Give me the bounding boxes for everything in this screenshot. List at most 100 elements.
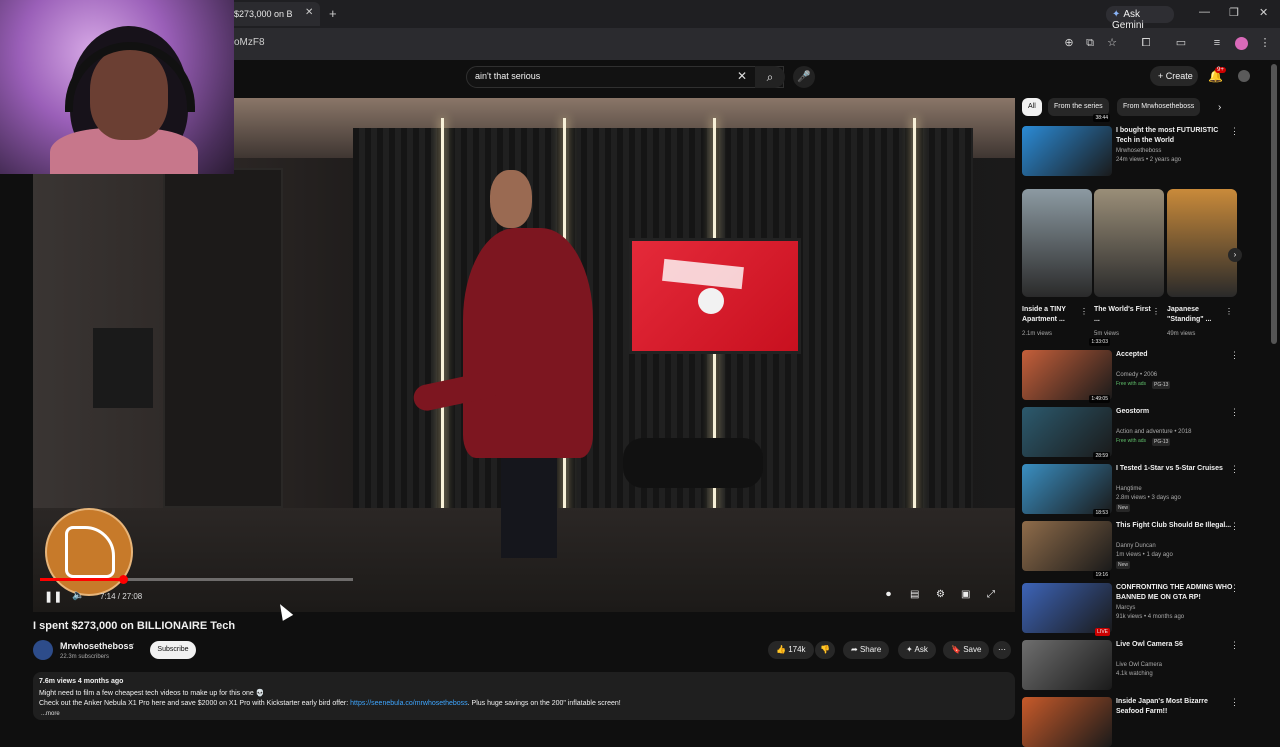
recommendation-channel: Comedy • 2006 xyxy=(1116,372,1158,378)
recommendation-title[interactable]: Inside Japan's Most Bizarre Seafood Farm… xyxy=(1116,697,1236,717)
new-badge: New xyxy=(1116,504,1131,512)
recommendation-title[interactable]: Geostorm xyxy=(1116,407,1236,417)
recommendation-title[interactable]: This Fight Club Should Be Illegal... xyxy=(1116,521,1236,531)
url-text[interactable]: oMzF8 xyxy=(234,37,265,48)
video-thumbnail[interactable] xyxy=(1022,126,1112,176)
volume-icon[interactable]: 🔈 xyxy=(72,590,84,601)
description-link[interactable]: https://seenebula.co/mrwhosetheboss xyxy=(350,700,468,707)
thumbs-up-icon: 👍 xyxy=(776,645,789,654)
bookmark-icon: 🔖 xyxy=(951,645,964,654)
ask-button[interactable]: ✦ Ask xyxy=(898,641,936,659)
more-options-icon[interactable]: ⋮ xyxy=(1230,407,1239,418)
video-frame-presenter-head xyxy=(490,170,532,228)
short-thumbnail[interactable] xyxy=(1167,189,1237,297)
chevron-right-icon[interactable]: › xyxy=(1218,102,1221,113)
short-title[interactable]: Japanese "Standing" ... xyxy=(1167,305,1229,325)
more-options-icon[interactable]: ⋮ xyxy=(1230,583,1239,594)
shorts-next-icon[interactable]: › xyxy=(1228,248,1242,262)
subscribe-button[interactable]: Subscribe xyxy=(150,641,196,659)
duration-badge: 28:59 xyxy=(1093,452,1110,460)
new-tab-button[interactable]: + xyxy=(329,6,337,21)
maximize-button[interactable]: ❐ xyxy=(1229,6,1239,19)
close-window-button[interactable]: ✕ xyxy=(1259,6,1268,19)
recommendation-title[interactable]: Accepted xyxy=(1116,350,1236,360)
shoe-icon xyxy=(65,526,115,578)
rating-badge: PG-13 xyxy=(1152,381,1171,389)
dislike-button[interactable]: 👎 xyxy=(815,641,835,659)
channel-avatar[interactable] xyxy=(33,640,53,660)
save-button[interactable]: 🔖 Save xyxy=(943,641,990,659)
video-frame-speaker xyxy=(93,328,153,408)
recommendation-title[interactable]: I Tested 1-Star vs 5-Star Cruises xyxy=(1116,464,1236,474)
create-button[interactable]: + Create xyxy=(1150,66,1198,86)
short-thumbnail[interactable] xyxy=(1022,189,1092,297)
extensions-icon[interactable]: ⧠ xyxy=(1139,36,1153,50)
more-options-icon[interactable]: ⋮ xyxy=(1230,521,1239,532)
video-thumbnail[interactable] xyxy=(1022,697,1112,747)
tab-close-icon[interactable]: ✕ xyxy=(305,7,313,18)
browser-menu-icon[interactable]: ⋮ xyxy=(1258,36,1272,50)
video-title: I spent $273,000 on BILLIONAIRE Tech xyxy=(33,620,236,632)
subtitles-icon[interactable]: ▤ xyxy=(910,589,919,600)
video-thumbnail[interactable] xyxy=(1022,464,1112,514)
install-icon[interactable]: ⧉ xyxy=(1083,36,1097,50)
autoplay-toggle-icon[interactable]: ⏺ xyxy=(886,589,891,600)
thumbs-down-icon: 👎 xyxy=(820,645,830,654)
profile-avatar[interactable] xyxy=(1235,37,1248,50)
recommendation-channel: Marcys xyxy=(1116,605,1136,611)
search-query[interactable]: ain't that serious xyxy=(475,71,540,81)
show-more-link[interactable]: ...more xyxy=(41,711,60,717)
recommendation-meta: 1m views • 1 day ago xyxy=(1116,552,1173,558)
channel-name[interactable]: Mrwhosetheboss xyxy=(60,641,134,651)
like-button[interactable]: 👍 174k xyxy=(768,641,814,659)
duration-badge: 38:44 xyxy=(1093,114,1110,122)
pause-icon[interactable]: ❚❚ xyxy=(44,590,62,603)
share-button[interactable]: ➦ Share xyxy=(843,641,890,659)
video-thumbnail[interactable] xyxy=(1022,640,1112,690)
more-options-icon[interactable]: ⋮ xyxy=(1152,307,1160,316)
split-view-icon[interactable]: ▭ xyxy=(1174,36,1188,50)
zoom-icon[interactable]: ⊕ xyxy=(1062,36,1076,50)
settings-gear-icon[interactable]: ⚙ xyxy=(936,589,945,600)
recommendation-meta: 24m views • 2 years ago xyxy=(1116,157,1182,163)
more-options-icon[interactable]: ⋮ xyxy=(1230,350,1239,361)
more-options-icon[interactable]: ⋮ xyxy=(1225,307,1233,316)
ask-gemini-button[interactable]: ✦ Ask Gemini xyxy=(1106,6,1174,31)
minimize-button[interactable]: — xyxy=(1199,6,1210,18)
short-title[interactable]: Inside a TINY Apartment ... xyxy=(1022,305,1084,325)
streamer-webcam-overlay xyxy=(0,0,234,174)
more-options-icon[interactable]: ⋮ xyxy=(1230,640,1239,651)
more-options-icon[interactable]: ⋮ xyxy=(1080,307,1088,316)
video-thumbnail[interactable] xyxy=(1022,583,1112,633)
short-thumbnail[interactable] xyxy=(1094,189,1164,297)
video-thumbnail[interactable] xyxy=(1022,350,1112,400)
subscriber-count: 22.3m subscribers xyxy=(60,654,110,660)
video-thumbnail[interactable] xyxy=(1022,521,1112,571)
video-player[interactable] xyxy=(33,98,1015,612)
more-options-icon[interactable]: ⋮ xyxy=(1230,126,1239,137)
recommendation-channel: Action and adventure • 2018 xyxy=(1116,429,1192,435)
description-line: Check out the Anker Nebula X1 Pro here a… xyxy=(39,700,621,707)
short-title[interactable]: The World's First ... xyxy=(1094,305,1156,325)
recommendation-title[interactable]: I bought the most FUTURISTIC Tech in the… xyxy=(1116,126,1236,146)
recommendation-title[interactable]: Live Owl Camera S6 xyxy=(1116,640,1236,650)
bookmark-star-icon[interactable]: ☆ xyxy=(1105,36,1119,50)
recommendation-title[interactable]: CONFRONTING THE ADMINS WHO BANNED ME ON … xyxy=(1116,583,1236,603)
miniplayer-icon[interactable]: ▣ xyxy=(961,589,970,600)
clear-search-icon[interactable]: ✕ xyxy=(737,69,747,83)
duration-badge: 1:33:03 xyxy=(1089,338,1110,346)
fullscreen-icon[interactable]: ⤢ xyxy=(987,589,995,600)
more-actions-button[interactable]: ⋯ xyxy=(993,641,1011,659)
progress-scrubber[interactable] xyxy=(119,575,128,584)
voice-search-button[interactable]: 🎤 xyxy=(793,66,815,88)
more-options-icon[interactable]: ⋮ xyxy=(1230,697,1239,708)
chip-all[interactable]: All xyxy=(1022,98,1042,116)
media-icon[interactable]: ≡ xyxy=(1210,36,1224,50)
chip-from-channel[interactable]: From Mrwhosetheboss xyxy=(1117,98,1201,116)
video-frame-dumbbells xyxy=(623,438,763,488)
page-scrollbar[interactable] xyxy=(1271,64,1277,344)
search-button[interactable]: ⌕ xyxy=(755,66,785,88)
account-avatar[interactable] xyxy=(1238,70,1250,82)
more-options-icon[interactable]: ⋮ xyxy=(1230,464,1239,475)
video-thumbnail[interactable] xyxy=(1022,407,1112,457)
